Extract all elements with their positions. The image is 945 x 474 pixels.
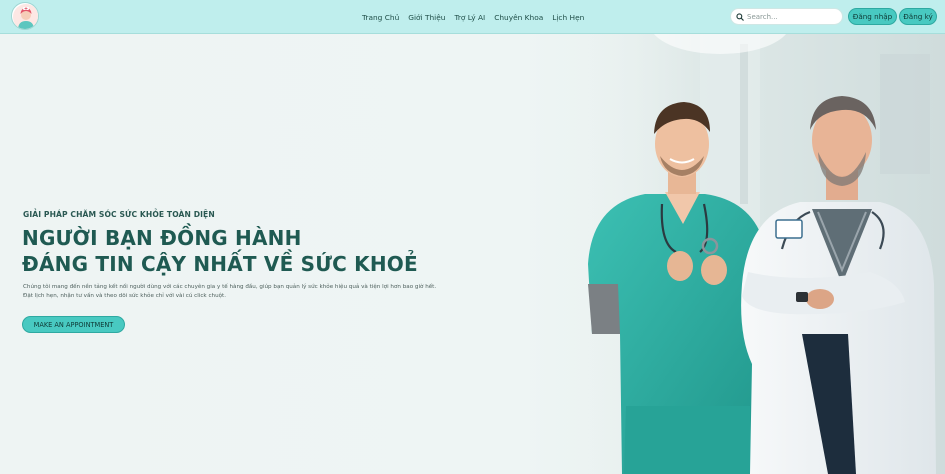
hero-tagline: GIẢI PHÁP CHĂM SÓC SỨC KHỎE TOÀN DIỆN	[23, 210, 215, 219]
login-button[interactable]: Đăng nhập	[848, 8, 897, 25]
nav-link-ai-assistant[interactable]: Trợ Lý AI	[454, 13, 485, 22]
doctor-logo-icon[interactable]	[11, 2, 39, 30]
search-box[interactable]	[730, 8, 843, 25]
top-navbar: Trang Chủ Giới Thiệu Trợ Lý AI Chuyên Kh…	[0, 0, 945, 34]
hero-section: GIẢI PHÁP CHĂM SÓC SỨC KHỎE TOÀN DIỆN NG…	[0, 34, 945, 474]
register-button[interactable]: Đăng ký	[899, 8, 937, 25]
nav-link-specialties[interactable]: Chuyên Khoa	[494, 13, 543, 22]
hero-description-line2: Đặt lịch hẹn, nhận tư vấn và theo dõi sứ…	[23, 293, 227, 299]
nav-link-appointments[interactable]: Lịch Hẹn	[552, 13, 584, 22]
main-nav: Trang Chủ Giới Thiệu Trợ Lý AI Chuyên Kh…	[362, 0, 584, 34]
hero-heading-line1: NGƯỜI BẠN ĐỒNG HÀNH	[22, 226, 302, 250]
hero-description-line1: Chúng tôi mang đến nền tảng kết nối ngườ…	[23, 284, 437, 290]
nav-link-home[interactable]: Trang Chủ	[362, 13, 399, 22]
search-input[interactable]	[747, 12, 835, 21]
search-icon	[736, 12, 744, 21]
make-appointment-button[interactable]: MAKE AN APPOINTMENT	[22, 316, 125, 333]
nav-link-about[interactable]: Giới Thiệu	[408, 13, 445, 22]
hero-heading-line2: ĐÁNG TIN CẬY NHẤT VỀ SỨC KHOẺ	[22, 252, 418, 276]
